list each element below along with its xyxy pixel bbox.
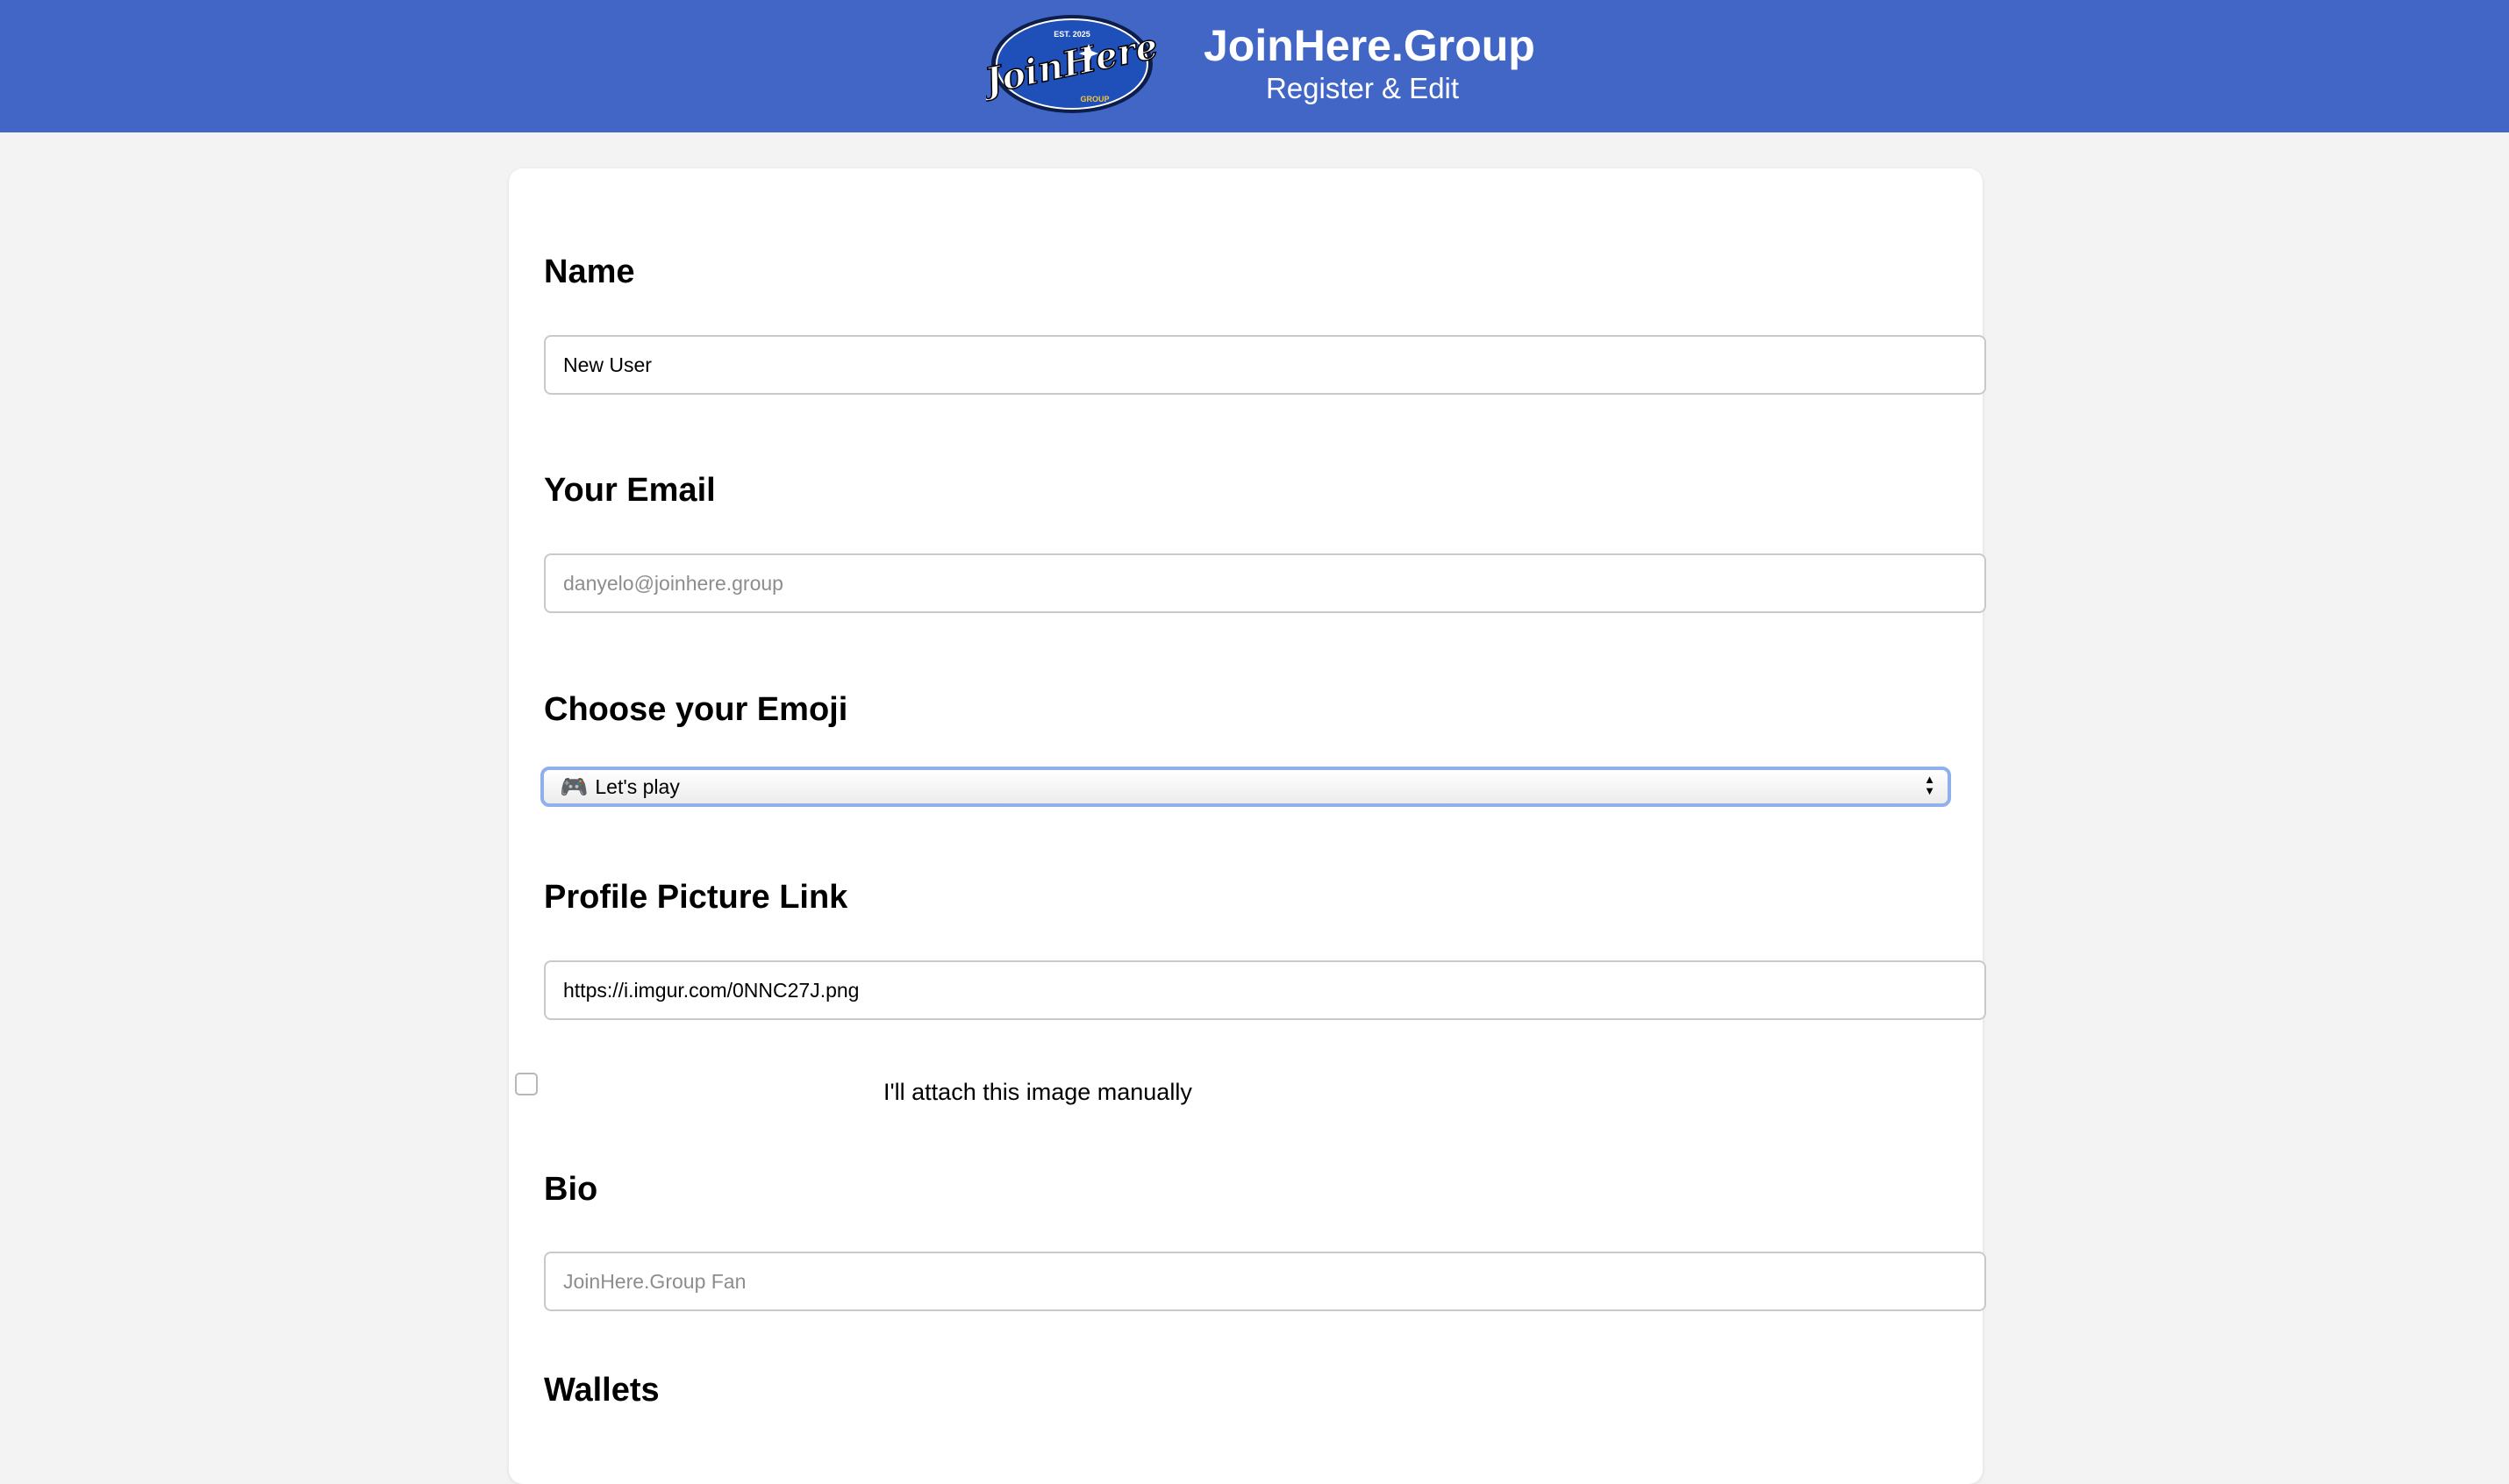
- joinhere-logo[interactable]: EST. 2025 JoinHere GROUP: [986, 11, 1158, 118]
- profile-picture-input[interactable]: [544, 960, 1986, 1020]
- wallets-label: Wallets: [544, 1372, 660, 1409]
- emoji-select-value: Let's play: [595, 774, 680, 798]
- profile-picture-label: Profile Picture Link: [544, 879, 848, 916]
- brand-block: JoinHere.Group Register & Edit: [1204, 19, 1535, 105]
- name-label: Name: [544, 253, 635, 290]
- email-input[interactable]: [544, 553, 1986, 613]
- emoji-label: Choose your Emoji: [544, 691, 848, 728]
- gamepad-icon: 🎮: [560, 774, 589, 800]
- brand-subtitle: Register & Edit: [1265, 72, 1460, 104]
- site-header: EST. 2025 JoinHere GROUP JoinHere.Group …: [0, 0, 2509, 132]
- brand-title: JoinHere.Group: [1204, 21, 1535, 70]
- logo-top-text: EST. 2025: [1054, 30, 1090, 39]
- select-arrows-icon: ▲ ▼: [1924, 773, 1935, 797]
- manual-attach-label: I'll attach this image manually: [883, 1079, 1192, 1105]
- logo-bottom-text: GROUP: [1080, 95, 1109, 103]
- name-input[interactable]: [544, 335, 1986, 395]
- email-label: Your Email: [544, 472, 716, 509]
- bio-label: Bio: [544, 1171, 598, 1208]
- emoji-select[interactable]: 🎮 Let's play ▲ ▼: [540, 767, 1951, 807]
- manual-attach-checkbox[interactable]: [515, 1073, 538, 1095]
- bio-input[interactable]: [544, 1252, 1986, 1311]
